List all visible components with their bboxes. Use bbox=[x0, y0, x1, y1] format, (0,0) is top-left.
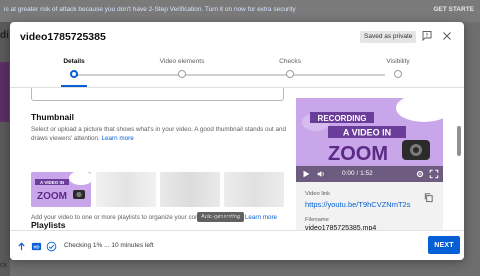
preview-title-line-1: RECORDING bbox=[318, 114, 367, 123]
stepper-track-line bbox=[78, 74, 385, 76]
video-link[interactable]: https://youtu.be/T9hCVZNmT2s bbox=[305, 200, 410, 209]
background-thumbnail bbox=[0, 62, 9, 122]
video-player-controls: 0:00 / 1:52 bbox=[296, 166, 443, 182]
security-banner-text: is at greater risk of attack because you… bbox=[4, 6, 296, 13]
thumbnail-image: A VIDEO IN ZOOM bbox=[31, 172, 91, 207]
saved-status-badge: Saved as private bbox=[360, 31, 417, 43]
dialog-header: video1785725385 Saved as private bbox=[10, 22, 464, 52]
step-details-label: Details bbox=[63, 58, 85, 65]
dialog-title: video1785725385 bbox=[20, 31, 106, 43]
video-info-panel: Video link https://youtu.be/T9hCVZNmT2s … bbox=[296, 182, 443, 232]
step-checks-label: Checks bbox=[279, 58, 301, 65]
hd-label: HD bbox=[34, 244, 40, 249]
step-visibility-label: Visibility bbox=[386, 58, 410, 65]
alert-feedback-icon[interactable] bbox=[421, 30, 433, 42]
step-video-elements-label: Video elements bbox=[159, 58, 205, 65]
get-started-link[interactable]: GET STARTE bbox=[433, 6, 474, 13]
step-video-elements-indicator bbox=[178, 70, 186, 78]
next-button[interactable]: NEXT bbox=[428, 236, 460, 254]
step-visibility-indicator bbox=[394, 70, 402, 78]
dialog-scrollbar[interactable] bbox=[457, 126, 461, 156]
upload-status-text: Checking 1% ... 10 minutes left bbox=[64, 242, 154, 249]
filename-label: Filename bbox=[305, 217, 329, 223]
playlists-description: Add your video to one or more playlists … bbox=[31, 213, 291, 222]
close-icon[interactable] bbox=[441, 30, 453, 42]
background-bottom-text: ck bbox=[0, 262, 7, 269]
step-details-indicator bbox=[70, 70, 78, 78]
thumbnail-option-1[interactable]: A VIDEO IN ZOOM bbox=[31, 172, 91, 207]
step-visibility[interactable]: Visibility bbox=[363, 58, 433, 78]
settings-gear-icon[interactable] bbox=[415, 169, 425, 179]
step-video-elements[interactable]: Video elements bbox=[147, 58, 217, 78]
description-textbox[interactable] bbox=[31, 88, 284, 101]
step-checks[interactable]: Checks bbox=[255, 58, 325, 78]
security-banner: is at greater risk of attack because you… bbox=[0, 0, 480, 22]
video-preview[interactable]: RECORDING A VIDEO IN ZOOM 0:00 / 1:52 bbox=[296, 98, 443, 182]
preview-title-line-2: A VIDEO IN bbox=[343, 128, 391, 138]
volume-icon[interactable] bbox=[316, 169, 326, 179]
preview-zoom-text: ZOOM bbox=[328, 143, 388, 165]
hd-icon: HD bbox=[31, 242, 42, 251]
checks-complete-icon bbox=[46, 241, 57, 252]
dialog-footer: HD Checking 1% ... 10 minutes left NEXT bbox=[10, 230, 464, 260]
playlists-learn-more-link[interactable]: Learn more bbox=[245, 214, 277, 221]
video-link-label: Video link bbox=[305, 191, 331, 197]
thumbnail-text-line: A VIDEO IN bbox=[40, 180, 64, 185]
step-details[interactable]: Details bbox=[39, 58, 109, 78]
upload-stepper: Details Video elements Checks Visibility bbox=[10, 52, 464, 88]
thumbnail-option-4[interactable] bbox=[224, 172, 284, 207]
active-step-underline bbox=[61, 85, 87, 87]
thumbnail-description: Select or upload a picture that shows wh… bbox=[31, 125, 287, 143]
step-checks-indicator bbox=[286, 70, 294, 78]
playlists-description-text: Add your video to one or more playlists … bbox=[31, 214, 244, 221]
video-time: 0:00 / 1:52 bbox=[342, 170, 373, 177]
background-partial-text: di bbox=[0, 30, 9, 41]
upload-dialog: video1785725385 Saved as private Details… bbox=[10, 22, 464, 260]
copy-icon[interactable] bbox=[423, 192, 434, 203]
thumbnail-section-title: Thumbnail bbox=[31, 112, 74, 122]
background-sidebar bbox=[0, 22, 10, 276]
thumbnail-description-text: Select or upload a picture that shows wh… bbox=[31, 126, 286, 142]
play-icon[interactable] bbox=[301, 169, 311, 179]
upload-icon bbox=[18, 242, 25, 251]
fullscreen-icon[interactable] bbox=[429, 169, 439, 179]
thumbnail-learn-more-link[interactable]: Learn more bbox=[102, 135, 134, 142]
thumbnail-option-3[interactable] bbox=[160, 172, 220, 207]
thumbnail-zoom-text: ZOOM bbox=[37, 191, 67, 202]
thumbnail-option-2[interactable] bbox=[96, 172, 156, 207]
